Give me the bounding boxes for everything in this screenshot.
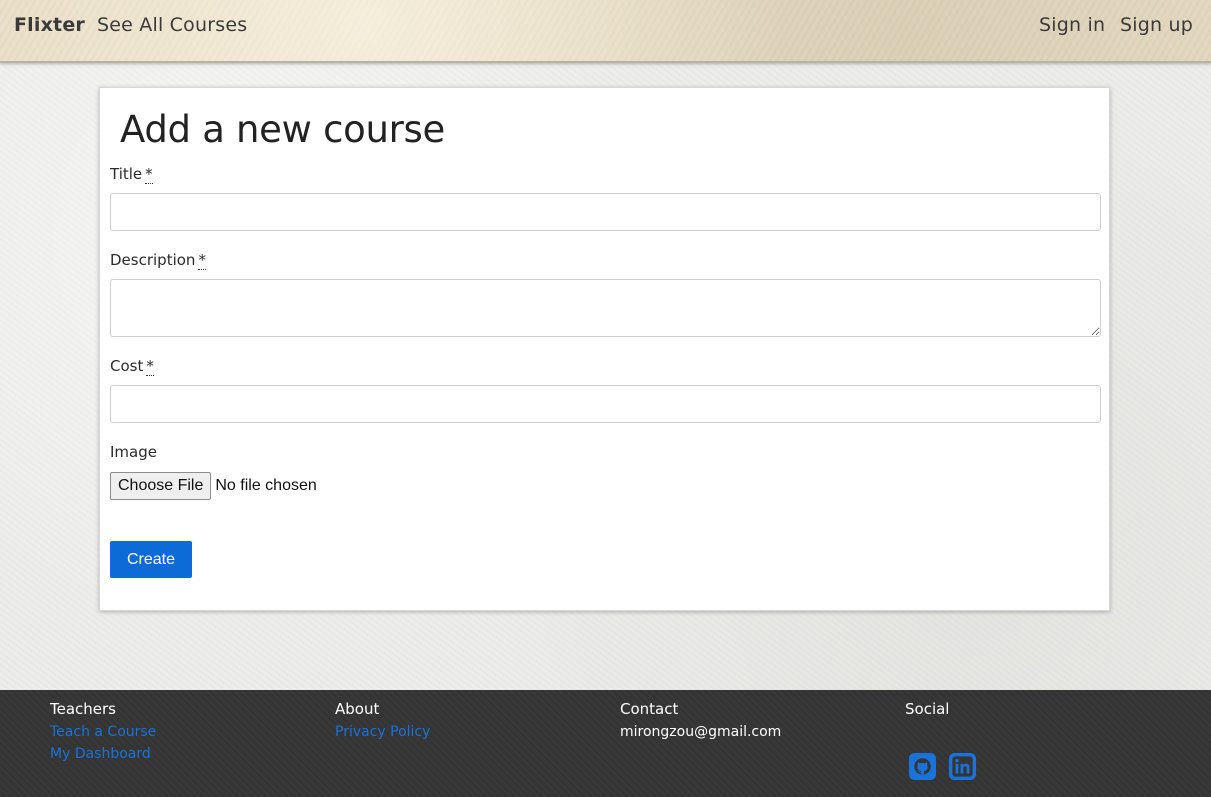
title-label-text: Title: [110, 165, 143, 183]
privacy-policy-link[interactable]: Privacy Policy: [335, 724, 430, 740]
description-textarea[interactable]: [110, 279, 1101, 337]
footer-about-column: About Privacy Policy: [335, 700, 430, 746]
teach-a-course-link[interactable]: Teach a Course: [50, 724, 156, 740]
contact-email: mirongzou@gmail.com: [620, 724, 782, 740]
footer-contact-column: Contact mirongzou@gmail.com: [620, 700, 781, 740]
page-title: Add a new course: [120, 108, 445, 151]
title-input[interactable]: [110, 193, 1101, 231]
image-file-input[interactable]: Choose File No file chosen: [110, 472, 317, 500]
see-all-courses-link[interactable]: See All Courses: [97, 14, 247, 36]
required-marker: *: [146, 357, 154, 376]
create-button[interactable]: Create: [110, 541, 192, 578]
footer-contact-heading: Contact: [620, 700, 679, 718]
footer-about-heading: About: [335, 700, 380, 718]
footer-teachers-heading: Teachers: [50, 700, 116, 718]
file-status-text: No file chosen: [215, 477, 317, 494]
sign-in-link[interactable]: Sign in: [1039, 14, 1105, 36]
title-label: Title *: [110, 165, 153, 184]
cost-label-text: Cost: [110, 357, 144, 375]
footer-social-heading: Social: [905, 700, 950, 718]
cost-label: Cost *: [110, 357, 154, 376]
footer-teachers-column: Teachers Teach a Course My Dashboard: [50, 700, 156, 768]
required-marker: *: [145, 165, 153, 184]
my-dashboard-link[interactable]: My Dashboard: [50, 746, 156, 762]
github-icon[interactable]: [908, 752, 937, 781]
description-label: Description *: [110, 251, 206, 270]
sign-up-link[interactable]: Sign up: [1120, 14, 1193, 36]
top-navbar: Flixter See All Courses Sign in Sign up: [0, 0, 1211, 63]
description-label-text: Description: [110, 251, 196, 269]
brand-link[interactable]: Flixter: [14, 14, 85, 36]
linkedin-icon[interactable]: [948, 752, 977, 781]
image-label: Image: [110, 443, 157, 461]
footer-social-column: Social: [905, 700, 949, 724]
choose-file-button[interactable]: Choose File: [110, 472, 212, 500]
course-form-card: Add a new course Title * Description * Cos…: [99, 87, 1110, 611]
required-marker: *: [198, 251, 206, 270]
social-icons: [908, 752, 977, 781]
cost-input[interactable]: [110, 385, 1101, 423]
site-footer: Teachers Teach a Course My Dashboard Abo…: [0, 690, 1211, 797]
